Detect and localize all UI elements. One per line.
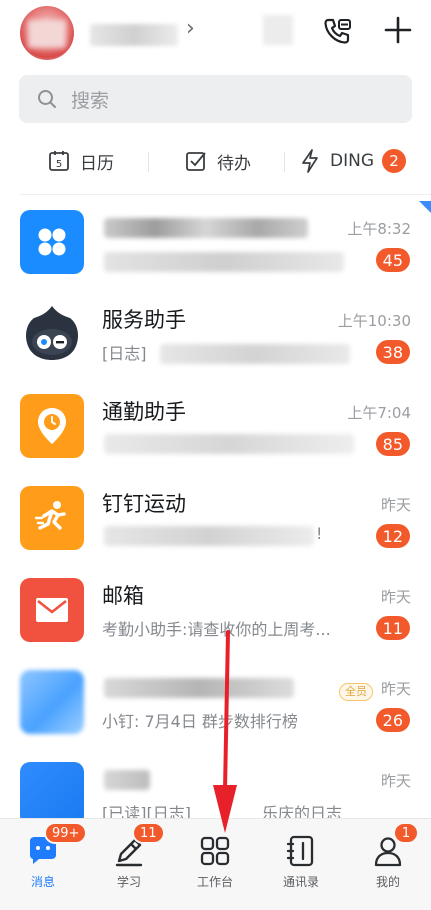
chat-row[interactable]: 上午8:32 45 (0, 196, 431, 288)
commute-assistant-icon (20, 394, 84, 458)
chat-preview: [日志] (102, 344, 147, 363)
tab-contacts[interactable]: 通讯录 (258, 819, 344, 910)
chat-row[interactable]: 钉钉运动 ! 昨天 12 (0, 472, 431, 564)
tab-badge: 11 (132, 822, 165, 844)
chat-title: 钉钉运动 (102, 492, 186, 516)
unread-badge: 26 (375, 708, 410, 732)
contacts-book-icon (286, 835, 314, 867)
divider (148, 152, 149, 172)
search-bar[interactable]: 搜索 (19, 75, 412, 123)
tab-messages[interactable]: 消息 99+ (0, 819, 88, 910)
blurred-preview (160, 344, 350, 364)
blurred-icon[interactable] (263, 15, 293, 45)
tab-label: 工作台 (196, 875, 233, 889)
blurred-preview (104, 434, 354, 454)
quick-actions-bar: 5 日历 待办 DING 2 (0, 138, 431, 184)
workspace-app-icon (20, 210, 84, 274)
tab-me[interactable]: 我的 1 (345, 819, 431, 910)
blurred-title (104, 678, 294, 698)
blurred-preview (104, 526, 314, 546)
chat-preview: ! (316, 524, 323, 543)
group-avatar-blurred (20, 670, 84, 734)
chat-time: 昨天 (380, 772, 411, 790)
plus-icon[interactable] (382, 14, 414, 46)
tab-label: 学习 (116, 875, 141, 889)
svg-text:5: 5 (56, 159, 62, 170)
tab-badge: 1 (393, 822, 419, 844)
service-bot-avatar (20, 302, 84, 366)
lightning-icon (302, 149, 318, 173)
blurred-preview (104, 252, 344, 272)
sports-runner-icon (20, 486, 84, 550)
blurred-title (104, 770, 150, 790)
unread-badge: 38 (375, 340, 410, 364)
blurred-title (104, 218, 308, 238)
user-avatar[interactable] (20, 6, 74, 60)
tab-label: 通讯录 (282, 875, 319, 889)
chat-preview: 小钉: 7月4日 群步数排行榜 (102, 712, 298, 731)
todo-button[interactable]: 待办 (185, 146, 251, 176)
annotation-arrow-icon (213, 630, 237, 833)
group-avatar (20, 762, 84, 826)
chat-title: 服务助手 (102, 308, 186, 332)
chat-row[interactable]: 通勤助手 上午7:04 85 (0, 380, 431, 472)
unread-badge: 45 (375, 248, 410, 272)
chevron-right-icon[interactable]: › (186, 16, 195, 41)
chat-time: 上午8:32 (347, 220, 411, 238)
chat-time: 上午10:30 (337, 312, 411, 330)
calendar-icon: 5 (49, 151, 69, 171)
tab-label: 消息 (30, 875, 55, 889)
chat-time: 昨天 (380, 496, 411, 514)
search-placeholder: 搜索 (71, 90, 110, 112)
chat-title: 邮箱 (102, 584, 144, 608)
member-tag: 全员 (339, 683, 373, 701)
todo-label: 待办 (217, 153, 251, 174)
tab-learning[interactable]: 学习 11 (86, 819, 172, 910)
divider (20, 194, 431, 195)
unread-badge: 11 (375, 616, 410, 640)
search-icon (38, 90, 56, 108)
ding-button[interactable]: DING 2 (300, 146, 406, 176)
unread-badge: 85 (375, 432, 410, 456)
chat-time: 昨天 (380, 588, 411, 606)
tab-label: 我的 (375, 875, 400, 889)
divider (284, 152, 285, 172)
chat-time: 昨天 (380, 680, 411, 698)
org-name-blurred[interactable] (90, 24, 178, 46)
mail-icon (20, 578, 84, 642)
grid-apps-icon (200, 836, 230, 866)
phone-callback-icon[interactable] (320, 14, 354, 48)
tab-badge: 99+ (44, 822, 88, 844)
unread-badge: 12 (375, 524, 410, 548)
calendar-label: 日历 (80, 153, 114, 174)
chat-row[interactable]: 服务助手 [日志] 上午10:30 38 (0, 288, 431, 380)
chat-title: 通勤助手 (102, 400, 186, 424)
ding-badge: 2 (382, 149, 406, 173)
top-header: › (0, 0, 431, 66)
checkbox-icon (186, 152, 206, 171)
ding-label: DING (330, 151, 374, 171)
chat-time: 上午7:04 (347, 404, 411, 422)
calendar-button[interactable]: 5 日历 (48, 146, 114, 176)
